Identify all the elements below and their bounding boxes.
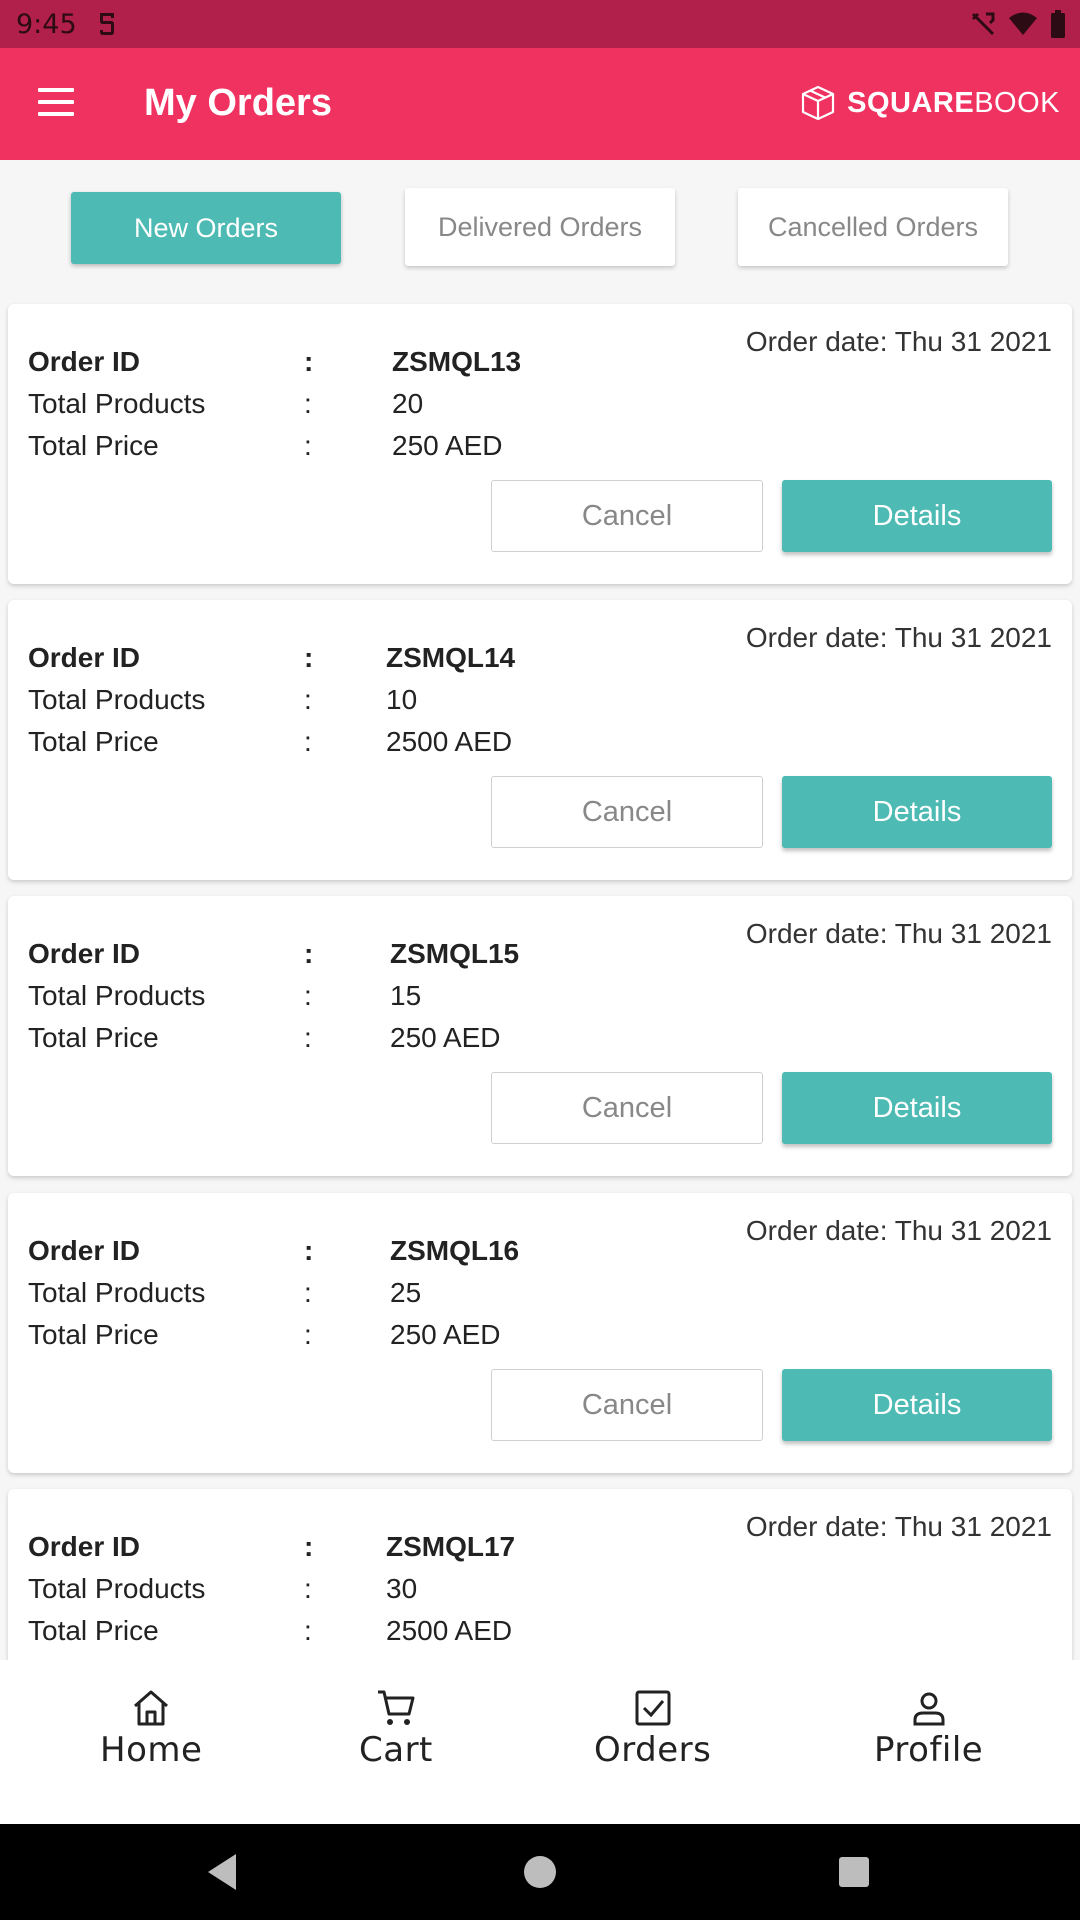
- total-price-value: 2500 AED: [386, 1615, 513, 1646]
- colon: :: [304, 346, 314, 377]
- nav-home[interactable]: Home: [100, 1686, 202, 1770]
- back-icon[interactable]: [206, 1852, 238, 1892]
- colon: :: [304, 684, 312, 715]
- details-button[interactable]: Details: [782, 1369, 1052, 1441]
- colon: :: [304, 938, 314, 969]
- home-icon: [134, 1690, 169, 1726]
- menu-icon[interactable]: [38, 88, 74, 118]
- cart-icon: [377, 1690, 415, 1725]
- nav-home-label: Home: [100, 1730, 203, 1770]
- details-button[interactable]: Details: [782, 776, 1052, 848]
- tab-delivered-orders[interactable]: Delivered Orders: [405, 188, 675, 266]
- cancel-button[interactable]: Cancel: [491, 1072, 763, 1144]
- colon: :: [304, 1235, 314, 1266]
- cube-icon: [802, 85, 835, 121]
- order-card: Order date: Thu 31 2021 Order ID : ZSMQL…: [8, 600, 1072, 880]
- total-products-label: Total Products: [28, 1573, 206, 1604]
- page-title: My Orders: [144, 82, 332, 124]
- total-products-value: 15: [390, 980, 422, 1011]
- tab-new-orders[interactable]: New Orders: [71, 192, 341, 264]
- order-id-label: Order ID: [28, 642, 141, 673]
- nav-profile-label: Profile: [874, 1730, 984, 1770]
- total-price-label: Total Price: [28, 1022, 159, 1053]
- total-products-value: 10: [386, 684, 418, 715]
- status-time: 9:45: [16, 9, 77, 40]
- profile-icon: [913, 1692, 945, 1726]
- order-date: Order date: Thu 31 2021: [745, 326, 1052, 357]
- total-price-value: 2500 AED: [386, 726, 513, 757]
- order-id-value: ZSMQL17: [386, 1531, 516, 1562]
- bottom-navigation: Home Cart Orders Profile: [0, 1660, 1080, 1824]
- order-card: Order date: Thu 31 2021 Order ID : ZSMQL…: [8, 896, 1072, 1176]
- total-products-value: 30: [386, 1573, 418, 1604]
- order-card: Order date: Thu 31 2021 Order ID : ZSMQL…: [8, 1193, 1072, 1473]
- colon: :: [304, 1531, 314, 1562]
- total-products-label: Total Products: [28, 1277, 206, 1308]
- order-tabs: New Orders Delivered Orders Cancelled Or…: [0, 188, 1080, 268]
- order-card: Order date: Thu 31 2021 Order ID : ZSMQL…: [8, 304, 1072, 584]
- order-id-label: Order ID: [28, 938, 141, 969]
- details-button[interactable]: Details: [782, 480, 1052, 552]
- nav-orders-label: Orders: [594, 1730, 712, 1770]
- app-bar: My Orders SQUAREBOOK: [0, 48, 1080, 160]
- colon: :: [304, 388, 312, 419]
- total-products-label: Total Products: [28, 388, 206, 419]
- total-products-value: 25: [390, 1277, 422, 1308]
- order-id-value: ZSMQL15: [390, 938, 520, 969]
- orders-icon: [635, 1690, 671, 1726]
- colon: :: [304, 642, 314, 673]
- home-button-icon[interactable]: [524, 1856, 556, 1888]
- total-price-label: Total Price: [28, 1615, 159, 1646]
- order-id-value: ZSMQL16: [390, 1235, 520, 1266]
- colon: :: [304, 1573, 312, 1604]
- nav-profile[interactable]: Profile: [874, 1686, 983, 1770]
- brand-name-light: BOOK: [974, 86, 1060, 119]
- brand-name-bold: SQUARE: [847, 86, 975, 119]
- cancel-button[interactable]: Cancel: [491, 776, 763, 848]
- nav-orders[interactable]: Orders: [594, 1686, 711, 1770]
- total-products-label: Total Products: [28, 684, 206, 715]
- recent-apps-icon[interactable]: [839, 1857, 869, 1887]
- order-card: Order date: Thu 31 2021 Order ID : ZSMQL…: [8, 1489, 1072, 1660]
- tab-cancelled-orders[interactable]: Cancelled Orders: [738, 188, 1008, 266]
- colon: :: [304, 726, 312, 757]
- total-price-value: 250 AED: [392, 430, 503, 461]
- colon: :: [304, 1277, 312, 1308]
- total-price-label: Total Price: [28, 430, 159, 461]
- order-id-value: ZSMQL14: [386, 642, 516, 673]
- status-bar: 9:45: [0, 0, 1080, 48]
- order-id-label: Order ID: [28, 1235, 141, 1266]
- colon: :: [304, 1319, 312, 1350]
- colon: :: [304, 980, 312, 1011]
- colon: :: [304, 1615, 312, 1646]
- order-date: Order date: Thu 31 2021: [745, 1511, 1052, 1542]
- order-date: Order date: Thu 31 2021: [745, 918, 1052, 949]
- data-off-icon: [971, 12, 995, 36]
- wifi-icon: [1009, 12, 1037, 35]
- order-id-label: Order ID: [28, 346, 141, 377]
- total-price-value: 250 AED: [390, 1022, 501, 1053]
- details-button[interactable]: Details: [782, 1072, 1052, 1144]
- system-navigation-bar: [0, 1824, 1080, 1920]
- total-products-value: 20: [392, 388, 424, 419]
- battery-icon: [1051, 10, 1065, 38]
- total-price-label: Total Price: [28, 1319, 159, 1350]
- order-date: Order date: Thu 31 2021: [745, 1215, 1052, 1246]
- order-id-label: Order ID: [28, 1531, 141, 1562]
- colon: :: [304, 430, 312, 461]
- nav-cart[interactable]: Cart: [359, 1686, 433, 1770]
- cancel-button[interactable]: Cancel: [491, 1369, 763, 1441]
- notification-icon: [100, 13, 114, 35]
- order-date: Order date: Thu 31 2021: [745, 622, 1052, 653]
- colon: :: [304, 1022, 312, 1053]
- total-price-label: Total Price: [28, 726, 159, 757]
- nav-cart-label: Cart: [359, 1730, 433, 1770]
- cancel-button[interactable]: Cancel: [491, 480, 763, 552]
- total-products-label: Total Products: [28, 980, 206, 1011]
- order-id-value: ZSMQL13: [392, 346, 522, 377]
- brand-logo: SQUAREBOOK: [799, 84, 1060, 122]
- total-price-value: 250 AED: [390, 1319, 501, 1350]
